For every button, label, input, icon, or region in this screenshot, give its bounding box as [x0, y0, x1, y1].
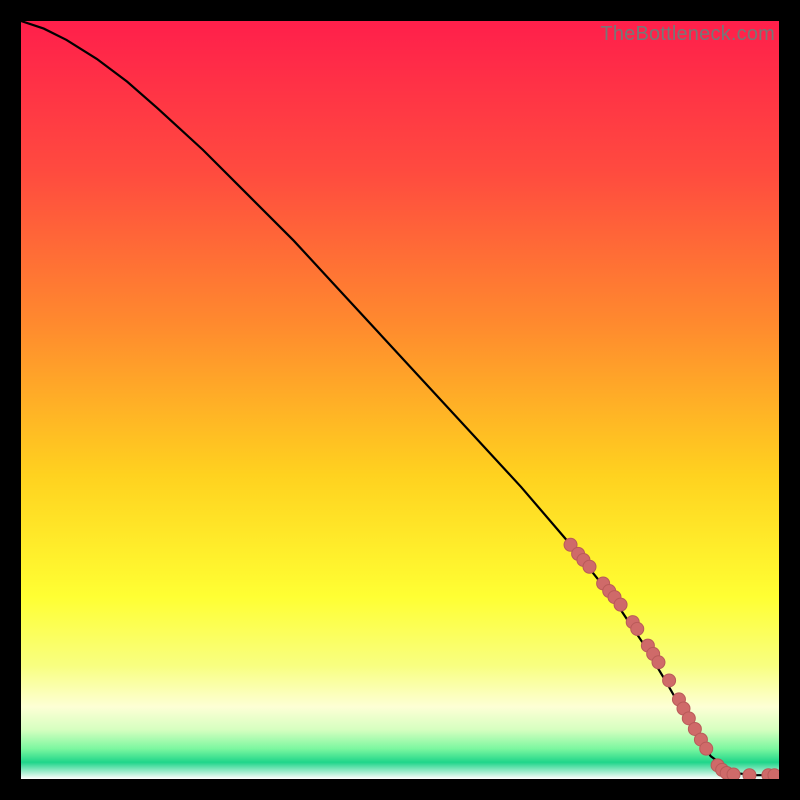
- highlight-dot: [614, 598, 627, 611]
- chart-background: [21, 21, 779, 779]
- chart-frame: TheBottleneck.com: [21, 21, 779, 779]
- highlight-dot: [583, 560, 596, 573]
- highlight-dot: [743, 769, 756, 779]
- highlight-dot: [652, 656, 665, 669]
- chart-svg: [21, 21, 779, 779]
- highlight-dot: [663, 674, 676, 687]
- highlight-dot: [631, 622, 644, 635]
- highlight-dot: [727, 768, 740, 779]
- watermark-text: TheBottleneck.com: [600, 23, 775, 46]
- highlight-dot: [700, 742, 713, 755]
- highlight-dot: [768, 769, 779, 779]
